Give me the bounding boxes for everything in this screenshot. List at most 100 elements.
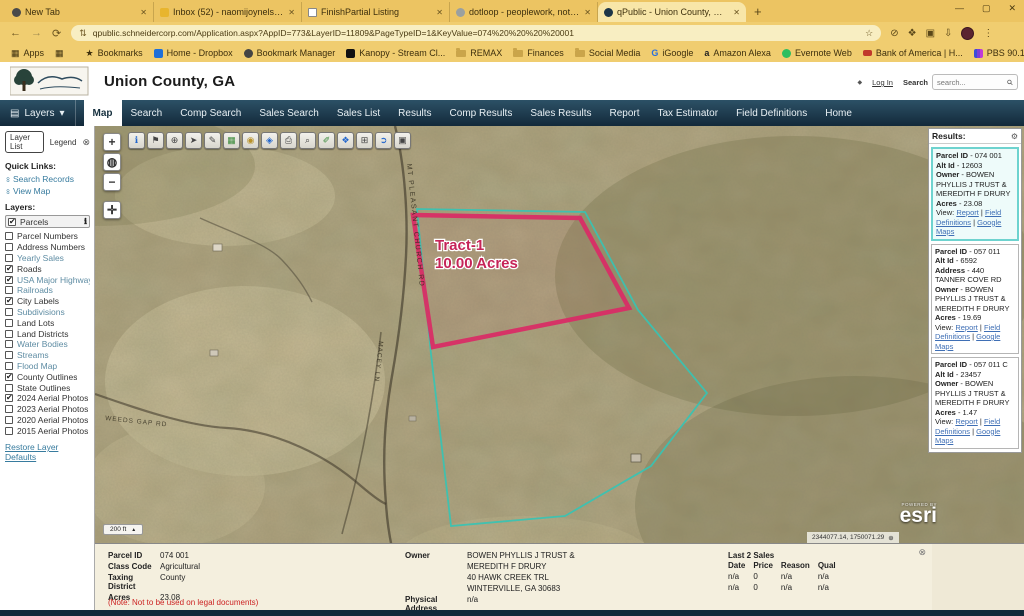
back-icon[interactable]: ← — [10, 27, 21, 39]
tab-home[interactable]: Home — [816, 100, 861, 126]
layer-row[interactable]: Railroads — [5, 285, 90, 296]
info-icon[interactable]: ℹ — [84, 217, 87, 226]
zoom-out-button[interactable]: − — [103, 173, 121, 191]
layer-checkbox[interactable] — [5, 384, 13, 392]
search-area-tool-icon[interactable]: ⌕ — [299, 132, 316, 149]
layer-row[interactable]: County Outlines — [5, 371, 90, 382]
layer-row[interactable]: Subdivisions — [5, 307, 90, 318]
tab-close-icon[interactable]: ✕ — [140, 8, 147, 17]
layer-row[interactable]: 2024 Aerial Photos — [5, 393, 90, 404]
tab-results[interactable]: Results — [389, 100, 440, 126]
basemap-tool-icon[interactable]: ⊞ — [356, 132, 373, 149]
layers-menu-button[interactable]: ▤ Layers ▾ — [0, 100, 76, 126]
measure-tool-icon[interactable]: ✎ — [204, 132, 221, 149]
save-tool-icon[interactable]: ▣ — [394, 132, 411, 149]
result-card[interactable]: Parcel ID - 057 011 Alt Id - 6592 Addres… — [931, 244, 1019, 355]
tab-layer-list[interactable]: Layer List — [5, 131, 44, 153]
tab-close-icon[interactable]: ✕ — [733, 8, 740, 17]
restore-defaults-link[interactable]: Restore Layer Defaults — [5, 442, 90, 462]
layer-row[interactable]: Parcel Numbers — [5, 231, 90, 242]
identify-tool-icon[interactable]: ℹ — [128, 132, 145, 149]
layer-checkbox[interactable] — [5, 416, 13, 424]
new-tab-button[interactable]: + — [754, 4, 762, 19]
report-link[interactable]: Report — [956, 208, 979, 217]
header-search-input[interactable] — [937, 78, 1007, 87]
layer-checkbox[interactable] — [5, 362, 13, 370]
sidebar-close-icon[interactable]: ⊗ — [82, 137, 90, 148]
browser-tab[interactable]: New Tab✕ — [6, 2, 154, 22]
layer-checkbox[interactable] — [5, 276, 13, 284]
layer-checkbox[interactable] — [5, 351, 13, 359]
share-tool-icon[interactable]: ➲ — [375, 132, 392, 149]
layer-row[interactable]: City Labels — [5, 296, 90, 307]
default-extent-button[interactable]: ✛ — [103, 201, 121, 219]
results-gear-icon[interactable]: ⚙ — [1011, 132, 1018, 141]
bookmark-item[interactable]: Bookmark Manager — [244, 48, 336, 58]
zoom-box-tool-icon[interactable]: ⊕ — [166, 132, 183, 149]
profile-avatar[interactable] — [961, 27, 974, 40]
layer-row[interactable]: Address Numbers — [5, 242, 90, 253]
layer-row[interactable]: USA Major Highways — [5, 274, 90, 285]
tab-close-icon[interactable]: ✕ — [436, 8, 443, 17]
address-bar[interactable]: ⇅ qpublic.schneidercorp.com/Application.… — [71, 25, 881, 41]
layer-checkbox[interactable] — [5, 254, 13, 262]
login-link[interactable]: Log In — [872, 78, 893, 87]
tab-sales-search[interactable]: Sales Search — [250, 100, 327, 126]
layer-checkbox[interactable] — [5, 319, 13, 327]
layer-checkbox[interactable] — [8, 218, 16, 226]
bookmark-item[interactable]: Bank of America | H... — [863, 48, 963, 58]
tab-sales-list[interactable]: Sales List — [328, 100, 389, 126]
bookmark-star-icon[interactable]: ☆ — [865, 28, 873, 39]
bookmark-folder[interactable]: Social Media — [575, 48, 641, 58]
layer-row-parcels[interactable]: Parcels ℹ — [5, 215, 90, 228]
extent-tool-icon[interactable]: ❖ — [337, 132, 354, 149]
tab-tax-estimator[interactable]: Tax Estimator — [649, 100, 728, 126]
header-search-box[interactable] — [932, 74, 1018, 90]
apps-shortcut[interactable]: ▦Apps — [11, 48, 44, 59]
extensions-icon[interactable]: ❖ — [908, 28, 917, 39]
bookmark-item[interactable]: GiGoogle — [651, 48, 693, 58]
bookmark-item[interactable]: Home - Dropbox — [154, 48, 233, 58]
layer-row[interactable]: Flood Map — [5, 361, 90, 372]
browser-menu-icon[interactable]: ⋮ — [983, 28, 993, 39]
bookmark-folder[interactable]: REMAX — [456, 48, 502, 58]
result-card[interactable]: Parcel ID - 057 011 C Alt Id - 23457 Own… — [931, 357, 1019, 449]
layer-row[interactable]: 2023 Aerial Photos — [5, 404, 90, 415]
tab-comp-search[interactable]: Comp Search — [171, 100, 250, 126]
window-close-button[interactable]: ✕ — [1008, 3, 1016, 14]
site-info-icon[interactable]: ⇅ — [79, 28, 87, 39]
print-tool-icon[interactable]: ⎙ — [280, 132, 297, 149]
browser-tab[interactable]: FinishPartial Listing✕ — [302, 2, 450, 22]
layer-row[interactable]: Yearly Sales — [5, 253, 90, 264]
pan-tool-icon[interactable]: ⚑ — [147, 132, 164, 149]
layer-checkbox[interactable] — [5, 340, 13, 348]
layer-row[interactable]: Streams — [5, 350, 90, 361]
draw-tool-icon[interactable]: ✐ — [318, 132, 335, 149]
view-map-link[interactable]: ∞View Map — [5, 186, 90, 196]
bookmark-item[interactable]: ★Bookmarks — [86, 48, 143, 59]
tab-close-icon[interactable]: ✕ — [288, 8, 295, 17]
layer-row[interactable]: 2020 Aerial Photos — [5, 415, 90, 426]
downloads-icon[interactable]: ⇩ — [944, 28, 952, 39]
tab-field-definitions[interactable]: Field Definitions — [727, 100, 816, 126]
layer-row[interactable]: Water Bodies — [5, 339, 90, 350]
reload-icon[interactable]: ⟳ — [52, 27, 61, 40]
tab-comp-results[interactable]: Comp Results — [441, 100, 522, 126]
content-blocker-icon[interactable]: ⊘ — [890, 28, 898, 39]
grid-tool-icon[interactable]: ▦ — [223, 132, 240, 149]
report-link[interactable]: Report — [955, 417, 978, 426]
bookmark-item[interactable]: Kanopy - Stream Cl... — [346, 48, 445, 58]
window-minimize-button[interactable]: — — [955, 3, 964, 14]
bookmark-item[interactable]: aAmazon Alexa — [704, 48, 771, 58]
tab-legend[interactable]: Legend — [50, 138, 77, 147]
layer-checkbox[interactable] — [5, 297, 13, 305]
side-panel-icon[interactable]: ▣ — [926, 28, 935, 39]
apps-grid-button[interactable]: ▦ — [55, 48, 64, 59]
bookmark-folder[interactable]: Finances — [513, 48, 564, 58]
search-records-link[interactable]: ∞Search Records — [5, 174, 90, 184]
tab-search[interactable]: Search — [122, 100, 172, 126]
layer-checkbox[interactable] — [5, 405, 13, 413]
layer-row[interactable]: Land Districts — [5, 328, 90, 339]
browser-tab-active[interactable]: qPublic - Union County, GA - M✕ — [598, 2, 746, 22]
streetview-tool-icon[interactable]: ◈ — [261, 132, 278, 149]
